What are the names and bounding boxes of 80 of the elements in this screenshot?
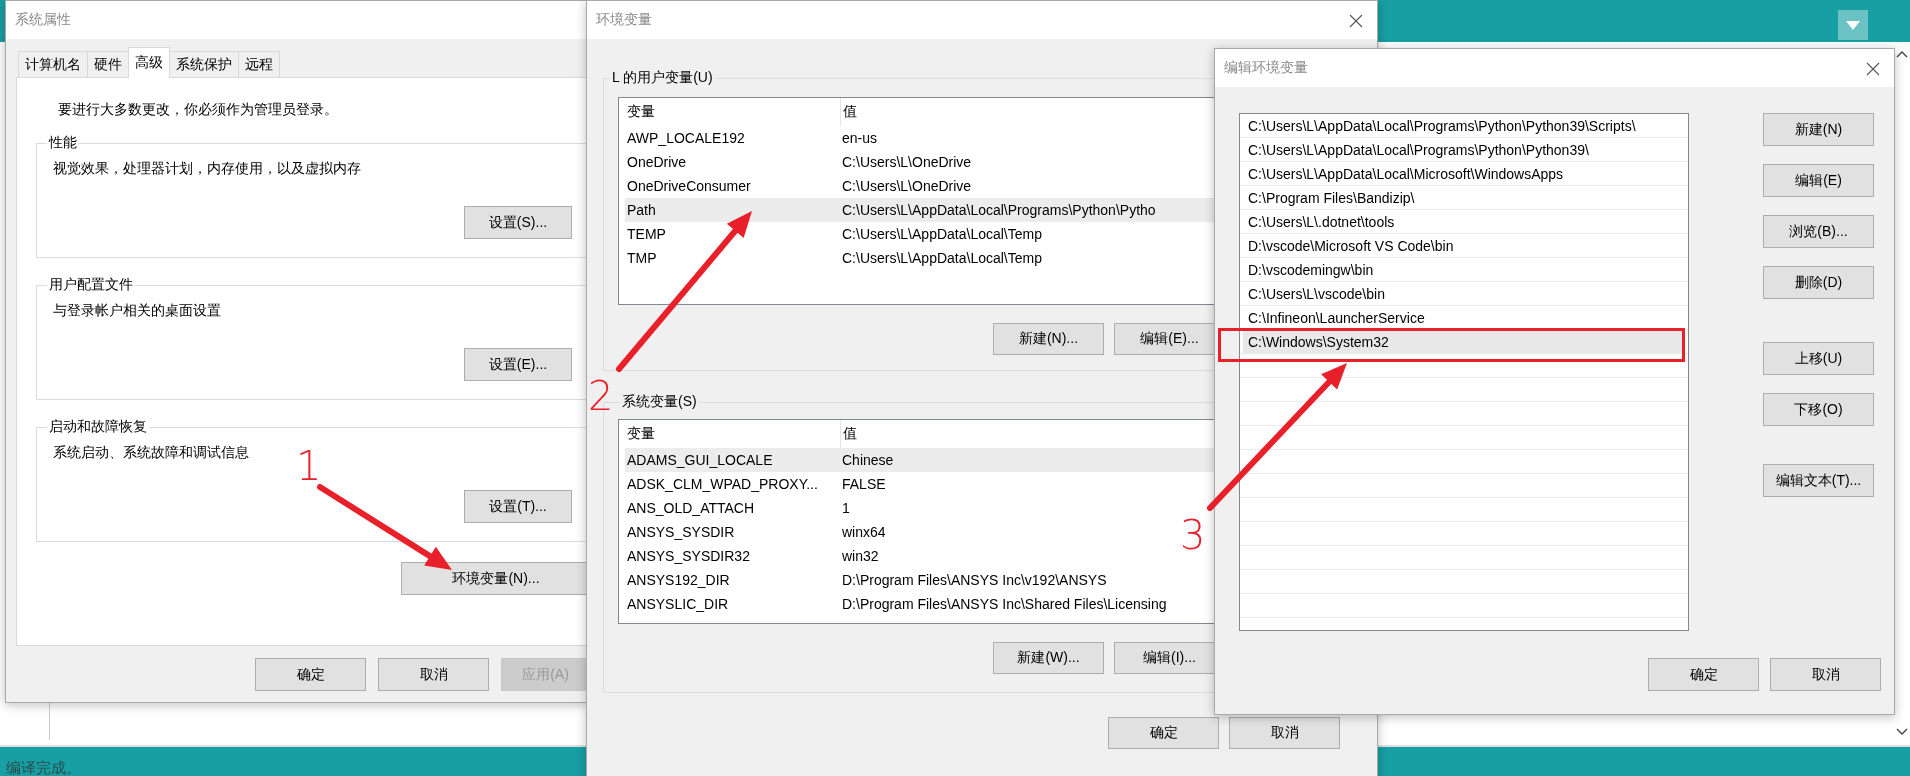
close-icon[interactable]: [1349, 14, 1363, 28]
group-title: 性能: [47, 134, 78, 152]
path-entry[interactable]: C:\Infineon\LauncherService: [1243, 306, 1685, 330]
column-header[interactable]: 值: [841, 98, 857, 126]
variable-value: C:\Users\L\OneDrive: [841, 154, 972, 170]
list-button[interactable]: 删除(D): [1763, 266, 1874, 299]
variable-name: ANSYS_SYSDIR: [626, 524, 736, 540]
status-text: 编译完成。: [6, 759, 81, 776]
list-button[interactable]: 上移(U): [1763, 342, 1874, 375]
group-description: 系统启动、系统故障和调试信息: [53, 444, 250, 462]
dialog-button[interactable]: 取消: [1229, 717, 1340, 749]
scroll-up-icon[interactable]: [1896, 50, 1908, 58]
variable-value: winx64: [841, 524, 886, 540]
window-title: 编辑环境变量: [1224, 59, 1308, 77]
settings-button[interactable]: 设置(E)...: [464, 348, 572, 381]
variable-name: OneDriveConsumer: [626, 178, 752, 194]
variable-value: D:\Program Files\ANSYS Inc\Shared Files\Licensing: [841, 596, 1167, 612]
variable-name: ADSK_CLM_WPAD_PROXY...: [626, 476, 819, 492]
path-entry[interactable]: C:\Users\L\vscode\bin: [1243, 282, 1685, 306]
variable-value: 1: [841, 500, 850, 516]
variable-name: Path: [626, 202, 657, 218]
variable-name: ANSYS_SYSDIR32: [626, 548, 751, 564]
caret-icon: [1846, 20, 1860, 30]
variable-name: OneDrive: [626, 154, 688, 170]
tab[interactable]: 远程: [238, 51, 280, 77]
variable-value: C:\Users\L\AppData\Local\Temp: [841, 226, 1042, 242]
path-entry[interactable]: D:\vscodemingw\bin: [1243, 258, 1685, 282]
variable-name: ANS_OLD_ATTACH: [626, 500, 756, 516]
variable-name: TEMP: [626, 226, 667, 242]
variable-name: AWP_LOCALE192: [626, 130, 746, 146]
dialog-button[interactable]: 取消: [378, 658, 489, 691]
variable-name: ADAMS_GUI_LOCALE: [626, 452, 774, 468]
variable-value: C:\Users\L\AppData\Local\Programs\Python\Pytho: [841, 202, 1156, 218]
environment-variables-button[interactable]: 环境变量(N)...: [401, 562, 587, 595]
variable-name: ANSYS192_DIR: [626, 572, 731, 588]
settings-button[interactable]: 设置(T)...: [464, 490, 572, 523]
step-number: 2: [588, 376, 614, 416]
step-number: 3: [1180, 515, 1206, 555]
variable-value: Chinese: [841, 452, 894, 468]
variable-value: FALSE: [841, 476, 886, 492]
column-header[interactable]: 值: [841, 420, 857, 448]
list-button[interactable]: 新建(W)...: [993, 642, 1104, 674]
variable-name: ANSYSLIC_DIR: [626, 596, 730, 612]
variable-value: C:\Users\L\AppData\Local\Temp: [841, 250, 1042, 266]
list-button[interactable]: 下移(O): [1763, 393, 1874, 426]
path-entry[interactable]: C:\Windows\System32: [1243, 330, 1685, 354]
variable-value: win32: [841, 548, 879, 564]
group-title: L 的用户变量(U): [611, 69, 714, 87]
dialog-button[interactable]: 确定: [1648, 658, 1759, 691]
column-header[interactable]: 变量: [625, 98, 841, 126]
dialog-button[interactable]: 取消: [1770, 658, 1881, 691]
list-button[interactable]: 浏览(B)...: [1763, 215, 1874, 248]
admin-note: 要进行大多数更改，你必须作为管理员登录。: [57, 101, 339, 119]
dialog-button[interactable]: 确定: [1108, 717, 1219, 749]
list-button[interactable]: 新建(N)...: [993, 323, 1104, 355]
group-title: 用户配置文件: [48, 276, 134, 294]
path-entry[interactable]: C:\Users\L\AppData\Local\Microsoft\WindowsApps: [1243, 162, 1685, 186]
variable-value: C:\Users\L\OneDrive: [841, 178, 972, 194]
tab[interactable]: 计算机名: [18, 51, 88, 77]
list-button[interactable]: 编辑文本(T)...: [1763, 464, 1874, 497]
settings-button[interactable]: 设置(S)...: [464, 206, 572, 239]
close-icon[interactable]: [1866, 62, 1880, 76]
variable-name: TMP: [626, 250, 658, 266]
window-title: 环境变量: [596, 11, 652, 29]
variable-value: D:\Program Files\ANSYS Inc\v192\ANSYS: [841, 572, 1107, 588]
path-entry[interactable]: C:\Users\L\AppData\Local\Programs\Python\Python39\Scripts\: [1243, 114, 1685, 138]
group-description: 视觉效果，处理器计划，内存使用，以及虚拟内存: [53, 160, 362, 178]
group-title: 系统变量(S): [621, 393, 698, 411]
group-description: 与登录帐户相关的桌面设置: [53, 302, 222, 320]
scroll-down-icon[interactable]: [1896, 728, 1908, 736]
list-button[interactable]: 新建(N): [1763, 113, 1874, 146]
tab[interactable]: 高级: [128, 47, 170, 78]
path-entry[interactable]: D:\vscode\Microsoft VS Code\bin: [1243, 234, 1685, 258]
window-title: 系统属性: [15, 11, 71, 29]
variable-value: en-us: [841, 130, 878, 146]
path-entry[interactable]: C:\Users\L\AppData\Local\Programs\Python\Python39\: [1243, 138, 1685, 162]
group-title: 启动和故障恢复: [48, 418, 148, 436]
list-button[interactable]: 编辑(E): [1763, 164, 1874, 197]
step-number: 1: [296, 446, 322, 486]
dialog-button[interactable]: 确定: [255, 658, 366, 691]
